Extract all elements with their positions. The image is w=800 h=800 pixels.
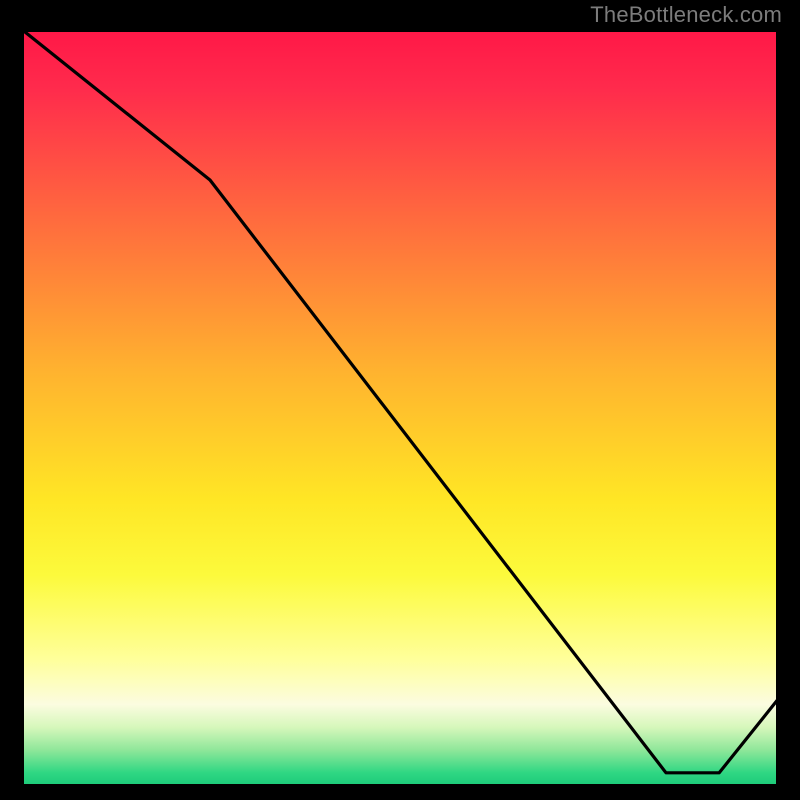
attribution-text: TheBottleneck.com (590, 2, 782, 28)
chart-line-layer (20, 28, 780, 788)
data-series-line (20, 28, 780, 773)
axis-border-bottom (20, 784, 780, 788)
axis-border-top (20, 28, 780, 32)
axis-border-left (20, 28, 24, 788)
axis-border-right (776, 28, 780, 788)
